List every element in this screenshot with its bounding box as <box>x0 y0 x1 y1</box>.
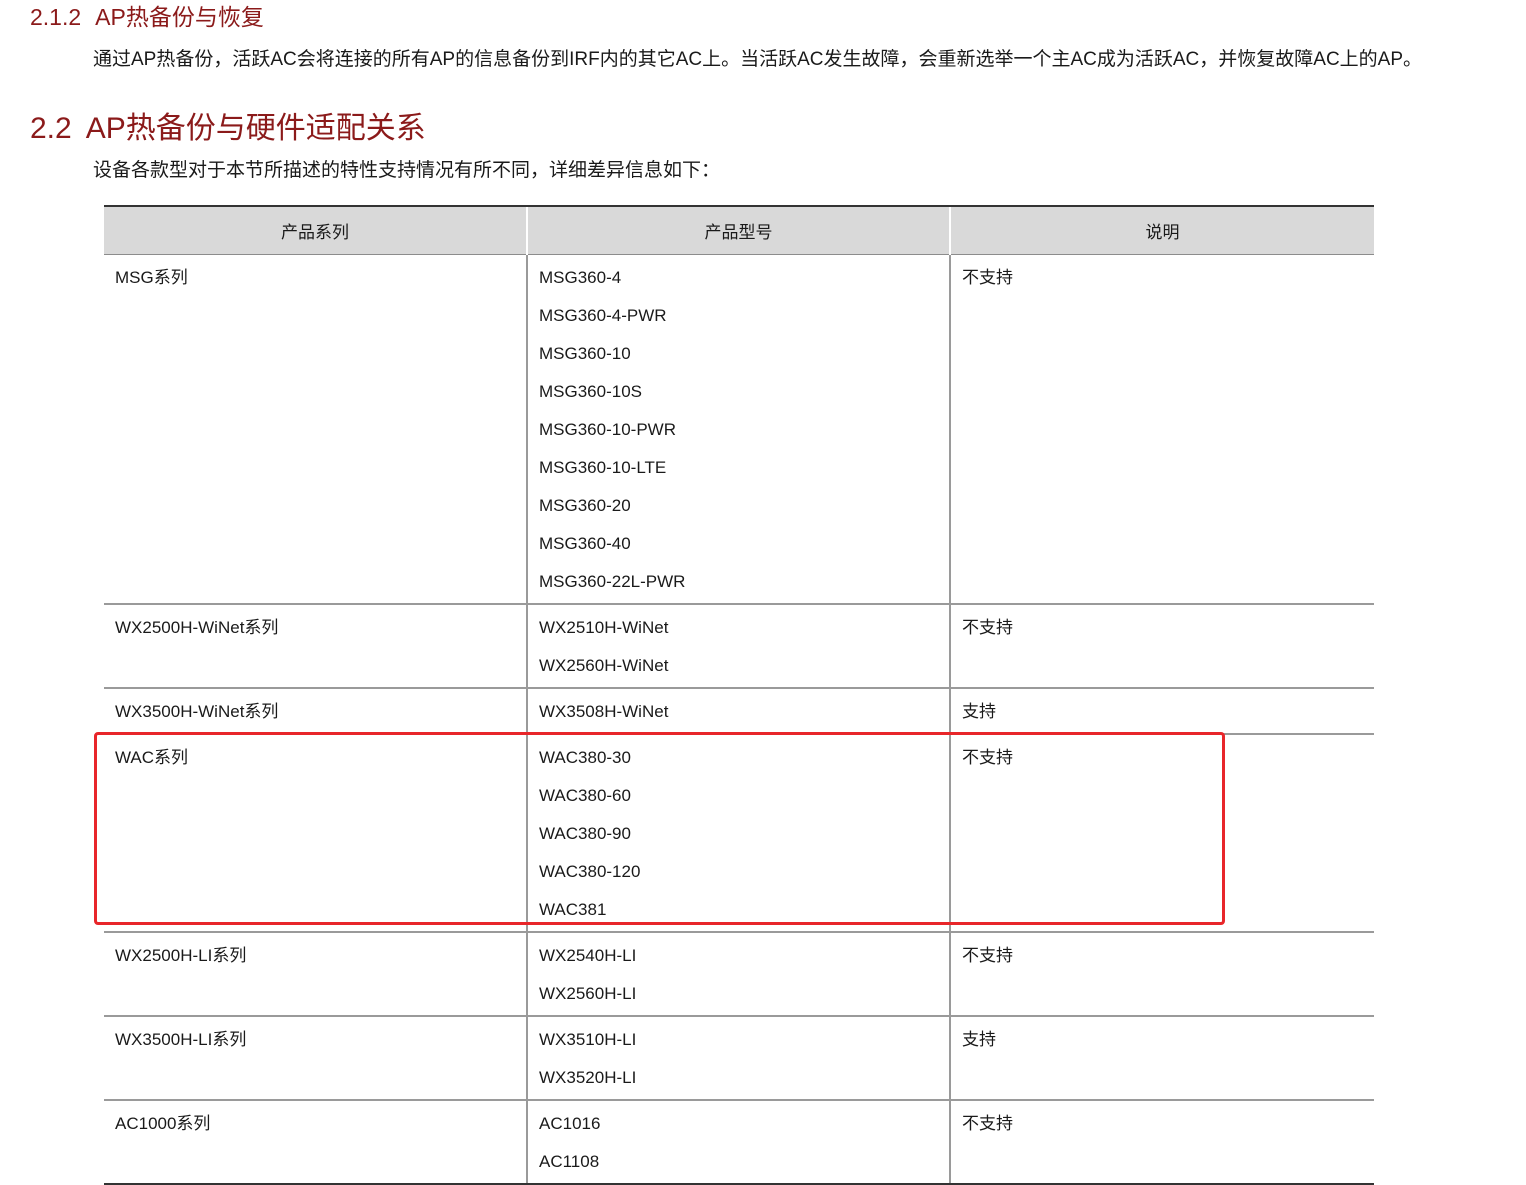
model-name: MSG360-22L-PWR <box>539 572 686 591</box>
support-note: 不支持 <box>962 268 1013 287</box>
model-name: MSG360-20 <box>539 496 631 515</box>
section-number: 2.2 <box>30 112 72 145</box>
model-name: WX2540H-LI <box>539 946 637 965</box>
section-heading-2-2: 2.2 AP热备份与硬件适配关系 <box>30 109 426 149</box>
table-body: MSG系列 MSG360-4 MSG360-4-PWR MSG360-10 MSG360… <box>104 254 1374 1185</box>
header-product-model: 产品型号 <box>526 205 950 255</box>
model-name: MSG360-10S <box>539 382 642 401</box>
model-name: MSG360-4-PWR <box>539 306 667 325</box>
model-name: MSG360-10-PWR <box>539 420 676 439</box>
model-name: WAC380-120 <box>539 862 641 881</box>
table-row: WX2500H-WiNet系列 WX2510H-WiNet WX2560H-WiNe… <box>104 604 1374 689</box>
table-row: WX3500H-WiNet系列 WX3508H-WiNet 支持 <box>104 688 1374 735</box>
section-title: AP热备份与恢复 <box>95 4 264 30</box>
table-row: AC1000系列 AC1016 AC1108 不支持 <box>104 1100 1374 1185</box>
model-name: WAC381 <box>539 900 607 919</box>
table-row: WX2500H-LI系列 WX2540H-LI WX2560H-LI 不支持 <box>104 932 1374 1017</box>
section-number: 2.1.2 <box>30 4 82 30</box>
section-paragraph: 通过AP热备份，活跃AC会将连接的所有AP的信息备份到IRF内的其它AC上。当活… <box>93 49 1423 70</box>
support-note-cell: 支持 <box>949 688 1374 735</box>
support-note: 不支持 <box>962 748 1013 767</box>
model-name: WAC380-30 <box>539 748 631 767</box>
table-row: MSG系列 MSG360-4 MSG360-4-PWR MSG360-10 MSG360… <box>104 254 1374 605</box>
support-note: 不支持 <box>962 946 1013 965</box>
models-cell: AC1016 AC1108 <box>526 1100 950 1185</box>
model-name: MSG360-10 <box>539 344 631 363</box>
model-name: WAC380-90 <box>539 824 631 843</box>
model-name: AC1016 <box>539 1114 601 1133</box>
model-name: WX2560H-LI <box>539 984 637 1003</box>
series-cell: WAC系列 <box>104 734 527 933</box>
header-description: 说明 <box>949 205 1374 255</box>
series-cell: WX3500H-WiNet系列 <box>104 688 527 735</box>
support-note-cell: 不支持 <box>949 254 1374 605</box>
table-header-row: 产品系列 产品型号 说明 <box>104 205 1374 255</box>
model-name: WAC380-60 <box>539 786 631 805</box>
series-name: AC1000系列 <box>115 1114 211 1133</box>
section-heading-2-1-2: 2.1.2 AP热备份与恢复 <box>30 2 264 32</box>
header-product-series: 产品系列 <box>104 205 527 255</box>
model-name: WX2560H-WiNet <box>539 656 669 675</box>
table-row: WX3500H-LI系列 WX3510H-LI WX3520H-LI 支持 <box>104 1016 1374 1101</box>
models-cell: WX3510H-LI WX3520H-LI <box>526 1016 950 1101</box>
table-row: WAC系列 WAC380-30 WAC380-60 WAC380-90 WAC380-1… <box>104 734 1374 933</box>
model-name: AC1108 <box>539 1152 600 1171</box>
series-name: MSG系列 <box>115 268 188 287</box>
series-name: WAC系列 <box>115 748 189 767</box>
section-title: AP热备份与硬件适配关系 <box>85 112 426 145</box>
models-cell: MSG360-4 MSG360-4-PWR MSG360-10 MSG360-10S M… <box>526 254 950 605</box>
models-cell: WX2510H-WiNet WX2560H-WiNet <box>526 604 950 689</box>
series-cell: AC1000系列 <box>104 1100 527 1185</box>
series-cell: WX2500H-LI系列 <box>104 932 527 1017</box>
support-note-cell: 不支持 <box>949 604 1374 689</box>
model-name: WX3510H-LI <box>539 1030 637 1049</box>
section-intro: 设备各款型对于本节所描述的特性支持情况有所不同，详细差异信息如下： <box>93 160 721 181</box>
model-name: WX3508H-WiNet <box>539 702 669 721</box>
model-name: WX2510H-WiNet <box>539 618 669 637</box>
model-name: MSG360-4 <box>539 268 622 287</box>
support-note-cell: 不支持 <box>949 734 1374 933</box>
support-note-cell: 不支持 <box>949 1100 1374 1185</box>
model-name: WX3520H-LI <box>539 1068 637 1087</box>
support-note-cell: 不支持 <box>949 932 1374 1017</box>
series-name: WX2500H-LI系列 <box>115 946 247 965</box>
support-note: 不支持 <box>962 618 1013 637</box>
series-cell: WX3500H-LI系列 <box>104 1016 527 1101</box>
series-cell: MSG系列 <box>104 254 527 605</box>
hardware-compat-table: 产品系列 产品型号 说明 MSG系列 MSG360-4 MSG360-4-PWR MS… <box>104 205 1374 1185</box>
models-cell: WX3508H-WiNet <box>526 688 950 735</box>
model-name: MSG360-10-LTE <box>539 458 667 477</box>
series-cell: WX2500H-WiNet系列 <box>104 604 527 689</box>
support-note: 支持 <box>962 1030 996 1049</box>
series-name: WX3500H-WiNet系列 <box>115 702 279 721</box>
models-cell: WAC380-30 WAC380-60 WAC380-90 WAC380-120 WAC… <box>526 734 950 933</box>
model-name: MSG360-40 <box>539 534 631 553</box>
models-cell: WX2540H-LI WX2560H-LI <box>526 932 950 1017</box>
series-name: WX2500H-WiNet系列 <box>115 618 279 637</box>
support-note: 不支持 <box>962 1114 1013 1133</box>
support-note: 支持 <box>962 702 996 721</box>
series-name: WX3500H-LI系列 <box>115 1030 247 1049</box>
support-note-cell: 支持 <box>949 1016 1374 1101</box>
